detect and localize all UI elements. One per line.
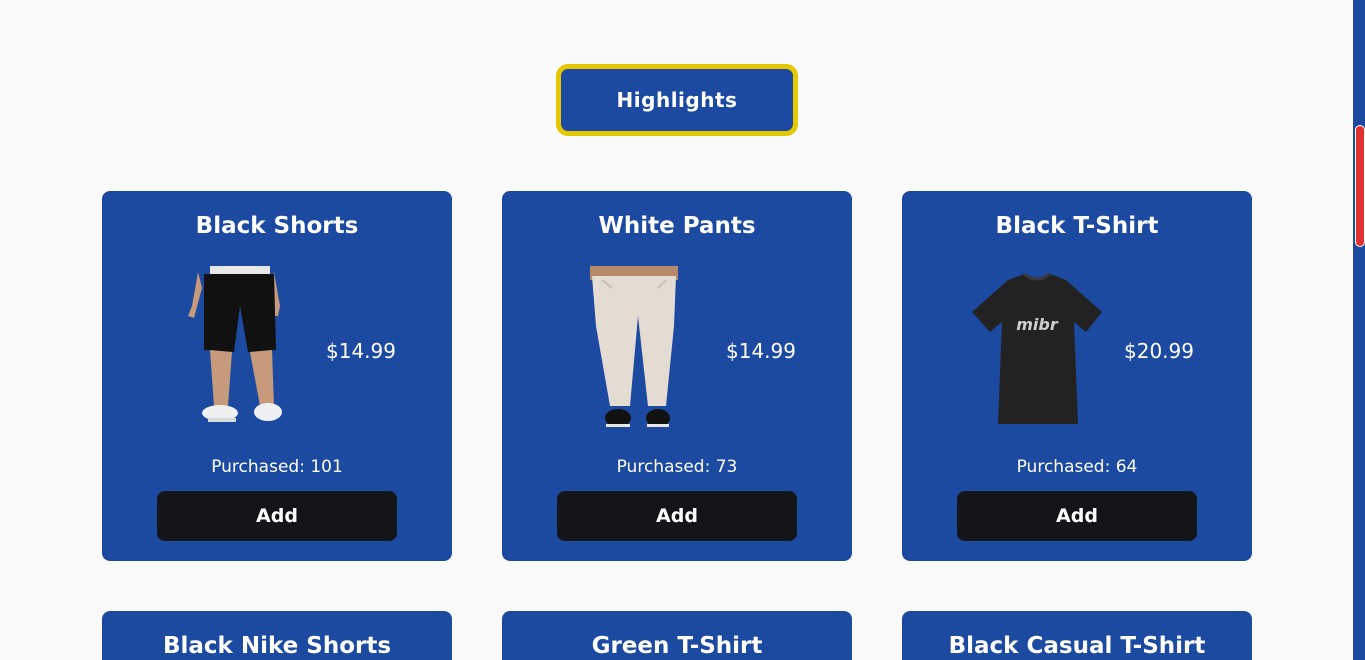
purchased-count: Purchased: 101 [211,457,343,477]
product-title: Black Shorts [195,213,359,239]
product-card-black-casual-tshirt: Black Casual T-Shirt [902,611,1252,660]
tshirt-print-text: mibr [1016,315,1059,334]
product-price: $20.99 [1124,339,1194,363]
add-button[interactable]: Add [157,491,397,541]
product-card-white-pants: White Pants $14.99 Purchased: 73 Add [502,191,852,561]
product-title: Black T-Shirt [995,213,1159,239]
product-price: $14.99 [326,339,396,363]
highlights-button[interactable]: Highlights [556,64,798,136]
scrollbar-thumb[interactable] [1355,125,1365,247]
product-title: Black Nike Shorts [162,633,392,659]
product-price: $14.99 [726,339,796,363]
product-title: Black Casual T-Shirt [948,633,1206,659]
product-card-black-tshirt: Black T-Shirt mibr $20.99 Purchased: 64 … [902,191,1252,561]
purchased-count: Purchased: 64 [1016,457,1138,477]
product-card-green-tshirt: Green T-Shirt [502,611,852,660]
black-shorts-image [188,266,282,422]
product-card-black-shorts: Black Shorts $14.99 Purchased: 101 Add [102,191,452,561]
product-title: White Pants [598,213,756,239]
scrollbar-track[interactable] [1353,0,1365,660]
purchased-count: Purchased: 73 [616,457,738,477]
white-pants-image [590,266,678,427]
product-card-black-nike-shorts: Black Nike Shorts [102,611,452,660]
black-tshirt-image: mibr [972,272,1102,424]
product-title: Green T-Shirt [591,633,763,659]
add-button[interactable]: Add [957,491,1197,541]
add-button[interactable]: Add [557,491,797,541]
